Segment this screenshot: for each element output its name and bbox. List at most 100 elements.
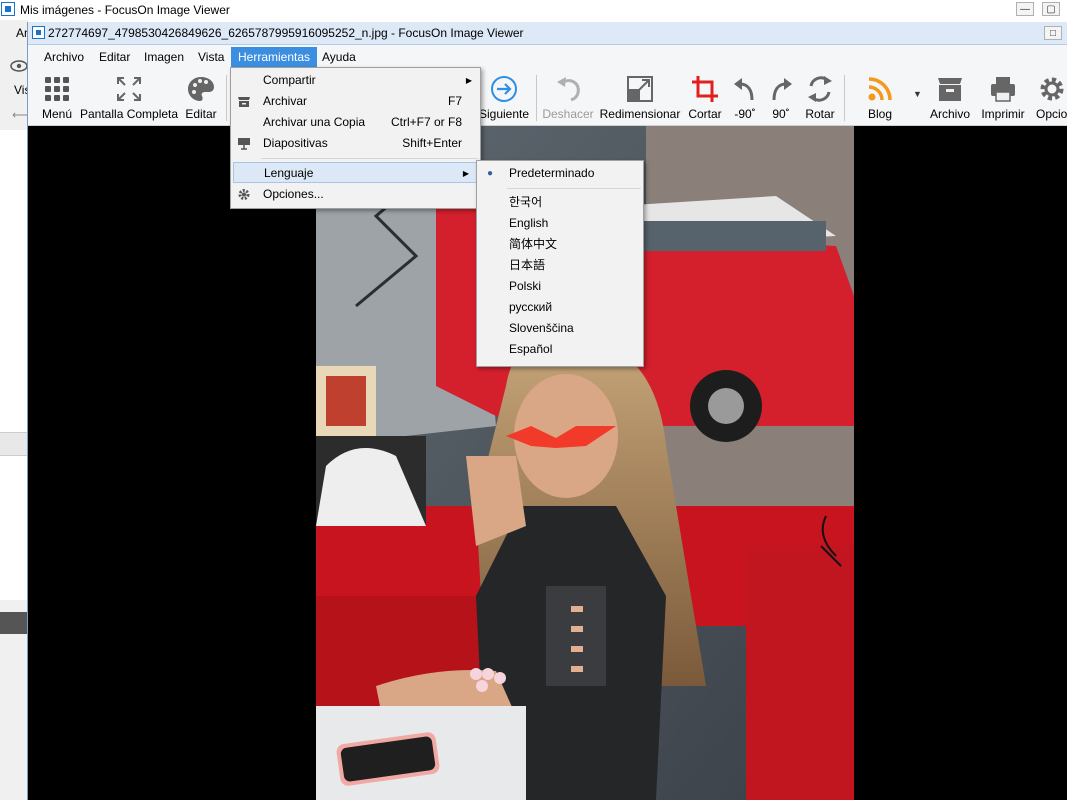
- language-label: 한국어: [509, 195, 543, 209]
- menu-herramientas[interactable]: Herramientas: [231, 47, 318, 67]
- crop-button[interactable]: Cortar: [683, 67, 727, 125]
- grid-menu-icon: [45, 77, 69, 101]
- menu-item-label: Compartir: [263, 73, 316, 87]
- close-button[interactable]: □: [1044, 26, 1062, 40]
- blog-button-label: Blog: [867, 107, 893, 121]
- menu-bar: Archivo Editar Imagen Vista Herramientas…: [28, 45, 1067, 67]
- language-korean[interactable]: 한국어: [477, 192, 643, 213]
- menu-item-shortcut: Shift+Enter: [402, 136, 462, 150]
- print-button[interactable]: Imprimir: [978, 67, 1028, 125]
- background-panel-bar: [0, 432, 28, 456]
- resize-icon: [627, 76, 653, 102]
- toolbar-separator: [226, 75, 227, 121]
- menu-item-label: Lenguaje: [264, 166, 314, 180]
- menu-archivo[interactable]: Archivo: [37, 48, 91, 66]
- language-default[interactable]: ● Predeterminado: [477, 163, 643, 184]
- language-english[interactable]: English: [477, 213, 643, 234]
- file-button[interactable]: Archivo: [926, 67, 974, 125]
- menu-item-label: Archivar una Copia: [263, 115, 366, 129]
- window-title: 272774697_4798530426849626_6265787995916…: [48, 26, 524, 40]
- palette-icon: [188, 77, 214, 101]
- menu-item-language[interactable]: Lenguaje ▶: [233, 162, 478, 183]
- menu-item-shortcut: F7: [447, 94, 462, 108]
- toolbar-separator: [536, 75, 537, 121]
- language-japanese[interactable]: 日本語: [477, 255, 643, 276]
- rotate-right-label: 90˚: [772, 107, 790, 121]
- maximize-button[interactable]: ▢: [1042, 2, 1060, 16]
- printer-icon: [991, 77, 1015, 102]
- rotate-right-button[interactable]: 90˚: [764, 67, 798, 125]
- menu-ayuda[interactable]: Ayuda: [315, 48, 363, 66]
- menu-item-shortcut: Ctrl+F7 or F8: [390, 115, 462, 129]
- menu-editar[interactable]: Editar: [92, 48, 137, 66]
- toolbar-separator: [844, 75, 845, 121]
- rotate-left-icon: [734, 78, 754, 101]
- edit-button[interactable]: Editar: [179, 67, 223, 125]
- options-button-label: Opcio: [1036, 107, 1067, 121]
- background-folder-panel: [0, 130, 29, 600]
- canvas-right-area: [854, 126, 1067, 800]
- undo-button[interactable]: Deshacer: [539, 67, 597, 125]
- rotate-icon: [808, 76, 832, 102]
- rotate-right-icon: [772, 78, 792, 101]
- language-polish[interactable]: Polski: [477, 276, 643, 297]
- resize-button[interactable]: Redimensionar: [598, 67, 682, 125]
- next-button[interactable]: Siguiente: [477, 67, 531, 125]
- menu-item-label: Diapositivas: [263, 136, 328, 150]
- menu-button[interactable]: Menú: [32, 67, 82, 125]
- menu-separator: [261, 158, 478, 159]
- language-label: Slovenščina: [509, 321, 574, 335]
- radio-selected-icon: ●: [487, 168, 494, 179]
- background-title-bar: Mis imágenes - FocusOn Image Viewer — ▢: [0, 0, 1067, 20]
- tools-menu: Compartir ▶ Archivar F7 Archivar una Cop…: [230, 67, 481, 209]
- rotate-left-label: -90˚: [734, 107, 756, 121]
- app-icon: [1, 2, 15, 16]
- background-status-bar: [0, 612, 28, 634]
- menu-item-label: Opciones...: [263, 187, 324, 201]
- crop-button-label: Cortar: [688, 107, 722, 121]
- rotate-left-button[interactable]: -90˚: [728, 67, 762, 125]
- menu-vista[interactable]: Vista: [191, 48, 231, 66]
- menu-item-label: Archivar: [263, 94, 308, 108]
- menu-item-slideshow[interactable]: Diapositivas Shift+Enter: [231, 133, 480, 154]
- image-viewer-window: 272774697_4798530426849626_6265787995916…: [27, 22, 1067, 800]
- fullscreen-button[interactable]: Pantalla Completa: [80, 67, 178, 125]
- archive-icon: [238, 97, 250, 107]
- image-canvas[interactable]: [28, 126, 854, 800]
- blog-button[interactable]: Blog: [858, 67, 902, 125]
- language-label: русский: [509, 300, 553, 314]
- language-russian[interactable]: русский: [477, 297, 643, 318]
- menu-item-share[interactable]: Compartir ▶: [231, 70, 480, 91]
- submenu-arrow-icon: ▶: [465, 76, 472, 85]
- blog-dropdown-icon[interactable]: ▼: [913, 89, 922, 99]
- undo-button-label: Deshacer: [542, 107, 594, 121]
- file-button-label: Archivo: [929, 107, 970, 121]
- next-button-label: Siguiente: [478, 107, 530, 121]
- language-slovenian[interactable]: Slovenščina: [477, 318, 643, 339]
- crop-icon: [692, 76, 718, 102]
- language-label: Español: [509, 342, 553, 356]
- fullscreen-button-label: Pantalla Completa: [80, 107, 179, 121]
- options-button[interactable]: Opcio: [1032, 67, 1067, 125]
- resize-button-label: Redimensionar: [599, 107, 681, 121]
- menu-separator: [507, 188, 641, 189]
- language-chinese-simplified[interactable]: 简体中文: [477, 234, 643, 255]
- archive-icon: [938, 78, 962, 101]
- fullscreen-icon: [117, 77, 141, 101]
- undo-icon: [557, 77, 580, 102]
- language-label: 简体中文: [509, 237, 558, 251]
- gear-icon: [238, 189, 250, 200]
- rotate-button[interactable]: Rotar: [800, 67, 840, 125]
- toolbar: Menú Pantalla Completa Editar Siguiente …: [28, 67, 1067, 126]
- menu-item-archive[interactable]: Archivar F7: [231, 91, 480, 112]
- minimize-button[interactable]: —: [1016, 2, 1034, 16]
- submenu-arrow-icon: ▶: [462, 169, 469, 178]
- menu-item-archive-copy[interactable]: Archivar una Copia Ctrl+F7 or F8: [231, 112, 480, 133]
- menu-item-options[interactable]: Opciones...: [231, 184, 480, 205]
- language-spanish[interactable]: Español: [477, 339, 643, 360]
- app-icon: [32, 26, 45, 39]
- menu-imagen[interactable]: Imagen: [137, 48, 191, 66]
- language-label: English: [509, 216, 549, 230]
- menu-button-label: Menú: [41, 107, 73, 121]
- slideshow-icon: [238, 138, 250, 150]
